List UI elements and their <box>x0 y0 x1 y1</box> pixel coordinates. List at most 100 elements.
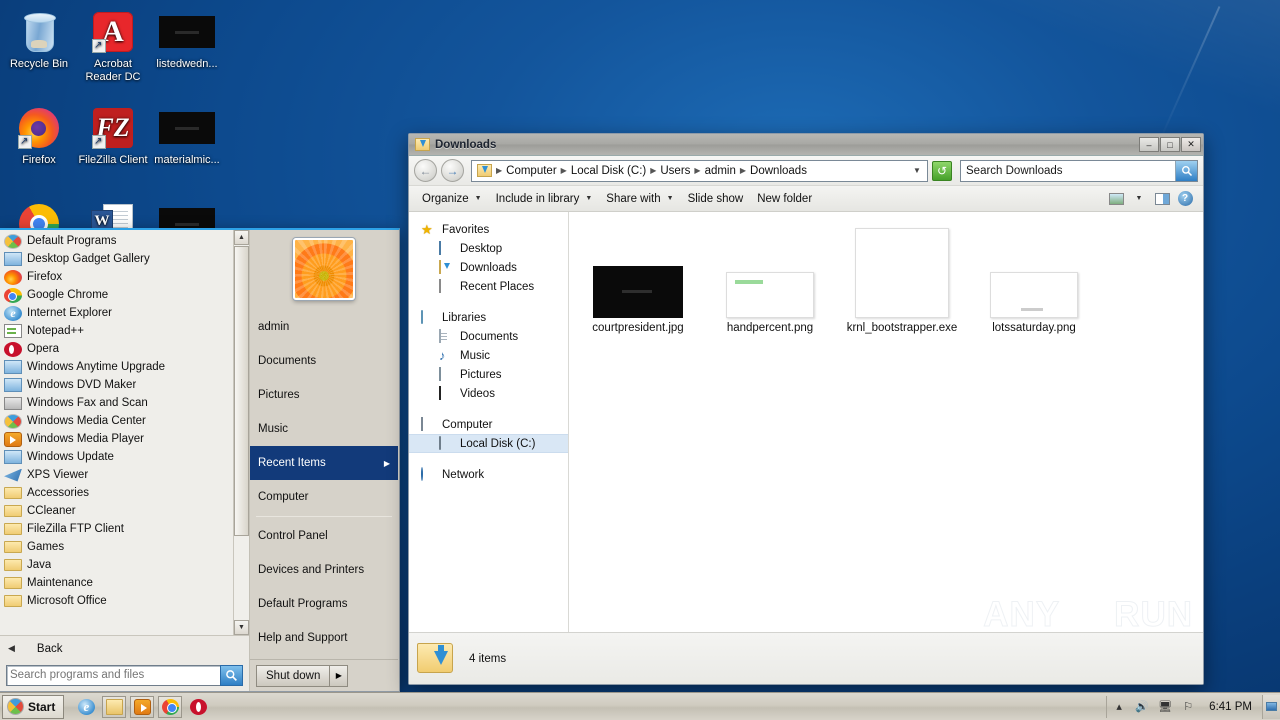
desktop-icon-recycle-bin[interactable]: Recycle Bin <box>2 8 76 71</box>
file-item-handpercent[interactable]: handpercent.png <box>715 226 825 335</box>
file-item-krnl-bootstrapper[interactable]: krnl_bootstrapper.exe <box>847 226 957 335</box>
start-menu-item-java[interactable]: Java <box>0 556 249 574</box>
start-menu-item-windows-anytime-upgrade[interactable]: Windows Anytime Upgrade <box>0 358 249 376</box>
breadcrumb-downloads[interactable]: Downloads <box>747 165 810 177</box>
breadcrumb-local-disk[interactable]: Local Disk (C:) <box>568 165 649 177</box>
start-menu-right-item-music[interactable]: Music <box>250 412 398 446</box>
start-menu-right-item-computer[interactable]: Computer <box>250 480 398 514</box>
help-icon[interactable]: ? <box>1175 189 1195 208</box>
start-menu-back-button[interactable]: ◀ Back <box>0 635 249 661</box>
view-mode-dropdown-icon[interactable]: ▼ <box>1129 189 1149 208</box>
start-menu-item-notepadpp[interactable]: Notepad++ <box>0 322 249 340</box>
start-menu-item-xps-viewer[interactable]: XPS Viewer <box>0 466 249 484</box>
breadcrumb-computer[interactable]: Computer <box>503 165 560 177</box>
start-menu-right-item-devices-and-printers[interactable]: Devices and Printers <box>250 553 398 587</box>
start-menu-item-google-chrome[interactable]: Google Chrome <box>0 286 249 304</box>
start-menu-right-item-help-and-support[interactable]: Help and Support <box>250 621 398 655</box>
taskbar-chrome[interactable] <box>158 695 183 718</box>
address-bar[interactable]: ▶ Computer ▶ Local Disk (C:) ▶ Users ▶ a… <box>471 159 928 182</box>
start-button[interactable]: Start <box>2 694 65 719</box>
refresh-button[interactable]: ↺ <box>932 160 952 181</box>
shutdown-options-button[interactable]: ▶ <box>330 664 349 687</box>
breadcrumb-separator-icon[interactable]: ▶ <box>495 166 503 175</box>
nav-item-pictures[interactable]: Pictures <box>409 365 568 384</box>
start-menu-right-item-default-programs[interactable]: Default Programs <box>250 587 398 621</box>
taskbar-internet-explorer[interactable]: e <box>74 696 98 718</box>
start-menu-item-maintenance[interactable]: Maintenance <box>0 574 249 592</box>
scroll-down-arrow-icon[interactable]: ▼ <box>234 620 249 635</box>
preview-pane-icon[interactable] <box>1152 189 1172 208</box>
desktop-icon-materialmic[interactable]: materialmic... <box>150 104 224 167</box>
desktop-icon-filezilla[interactable]: FZ FileZilla Client <box>76 104 150 167</box>
start-menu-scrollbar[interactable]: ▲ ▼ <box>233 230 249 635</box>
nav-item-videos[interactable]: Videos <box>409 384 568 403</box>
breadcrumb-separator-icon[interactable]: ▶ <box>693 166 701 175</box>
taskbar-windows-explorer[interactable] <box>102 695 127 718</box>
scrollbar-thumb[interactable] <box>234 246 249 536</box>
explorer-search-box[interactable]: Search Downloads <box>960 159 1198 182</box>
taskbar-opera[interactable] <box>186 696 210 718</box>
start-menu-item-accessories[interactable]: Accessories <box>0 484 249 502</box>
start-menu-item-internet-explorer[interactable]: e Internet Explorer <box>0 304 249 322</box>
file-item-courtpresident[interactable]: courtpresident.jpg <box>583 226 693 335</box>
show-hidden-icons-icon[interactable]: ▴ <box>1111 699 1127 714</box>
view-mode-icon[interactable] <box>1106 189 1126 208</box>
start-menu-right-item-recent-items[interactable]: Recent Items ▶ <box>250 446 398 480</box>
taskbar-media-player[interactable] <box>130 695 155 718</box>
search-input-wrapper[interactable] <box>6 664 221 686</box>
slide-show-button[interactable]: Slide show <box>681 190 751 208</box>
nav-item-network[interactable]: Network <box>409 465 568 484</box>
breadcrumb-separator-icon[interactable]: ▶ <box>739 166 747 175</box>
start-menu-item-opera[interactable]: Opera <box>0 340 249 358</box>
breadcrumb-admin[interactable]: admin <box>702 165 739 177</box>
network-icon[interactable]: 🖥 <box>1157 699 1173 714</box>
nav-item-libraries[interactable]: Libraries <box>409 308 568 327</box>
file-item-lotssaturday[interactable]: lotssaturday.png <box>979 226 1089 335</box>
close-button[interactable]: ✕ <box>1181 137 1201 152</box>
back-button[interactable]: ← <box>414 159 437 182</box>
include-in-library-button[interactable]: Include in library ▼ <box>489 190 600 208</box>
organize-button[interactable]: Organize ▼ <box>415 190 489 208</box>
breadcrumb-separator-icon[interactable]: ▶ <box>649 166 657 175</box>
nav-item-desktop[interactable]: Desktop <box>409 239 568 258</box>
show-desktop-button[interactable] <box>1262 694 1280 719</box>
start-menu-item-windows-update[interactable]: Windows Update <box>0 448 249 466</box>
start-menu-item-desktop-gadget-gallery[interactable]: Desktop Gadget Gallery <box>0 250 249 268</box>
desktop-icon-firefox[interactable]: Firefox <box>2 104 76 167</box>
maximize-button[interactable]: □ <box>1160 137 1180 152</box>
nav-item-recent-places[interactable]: Recent Places <box>409 277 568 296</box>
volume-icon[interactable]: 🔊 <box>1134 699 1150 714</box>
breadcrumb-separator-icon[interactable]: ▶ <box>560 166 568 175</box>
nav-item-music[interactable]: ♪ Music <box>409 346 568 365</box>
start-menu-item-windows-media-player[interactable]: Windows Media Player <box>0 430 249 448</box>
start-menu-item-microsoft-office[interactable]: Microsoft Office <box>0 592 249 610</box>
start-menu-right-item-pictures[interactable]: Pictures <box>250 378 398 412</box>
nav-item-documents[interactable]: Documents <box>409 327 568 346</box>
nav-item-downloads[interactable]: Downloads <box>409 258 568 277</box>
title-bar[interactable]: Downloads – □ ✕ <box>409 134 1203 156</box>
minimize-button[interactable]: – <box>1139 137 1159 152</box>
address-history-dropdown-icon[interactable]: ▼ <box>909 166 925 175</box>
desktop-icon-acrobat-reader[interactable]: A Acrobat Reader DC <box>76 8 150 84</box>
shutdown-button[interactable]: Shut down <box>256 664 331 687</box>
forward-button[interactable]: → <box>441 159 464 182</box>
nav-item-local-disk-c[interactable]: Local Disk (C:) <box>409 434 568 453</box>
scroll-up-arrow-icon[interactable]: ▲ <box>234 230 249 245</box>
start-menu-item-games[interactable]: Games <box>0 538 249 556</box>
start-menu-item-default-programs[interactable]: Default Programs <box>0 232 249 250</box>
breadcrumb-users[interactable]: Users <box>657 165 693 177</box>
flag-action-center-icon[interactable]: ⚐ <box>1180 699 1196 714</box>
search-button[interactable] <box>220 664 243 686</box>
nav-item-computer[interactable]: Computer <box>409 415 568 434</box>
search-button[interactable] <box>1175 160 1197 181</box>
start-menu-right-item-control-panel[interactable]: Control Panel <box>250 519 398 553</box>
start-menu-right-item-documents[interactable]: Documents <box>250 344 398 378</box>
start-menu-item-ccleaner[interactable]: CCleaner <box>0 502 249 520</box>
avatar[interactable] <box>293 238 355 300</box>
file-list-pane[interactable]: courtpresident.jpg handpercent.png krnl_… <box>569 212 1203 632</box>
start-menu-item-windows-fax-and-scan[interactable]: Windows Fax and Scan <box>0 394 249 412</box>
start-menu-user-name[interactable]: admin <box>250 310 398 344</box>
start-menu-item-firefox[interactable]: Firefox <box>0 268 249 286</box>
start-menu-item-windows-media-center[interactable]: Windows Media Center <box>0 412 249 430</box>
start-menu-item-filezilla-ftp-client[interactable]: FileZilla FTP Client <box>0 520 249 538</box>
